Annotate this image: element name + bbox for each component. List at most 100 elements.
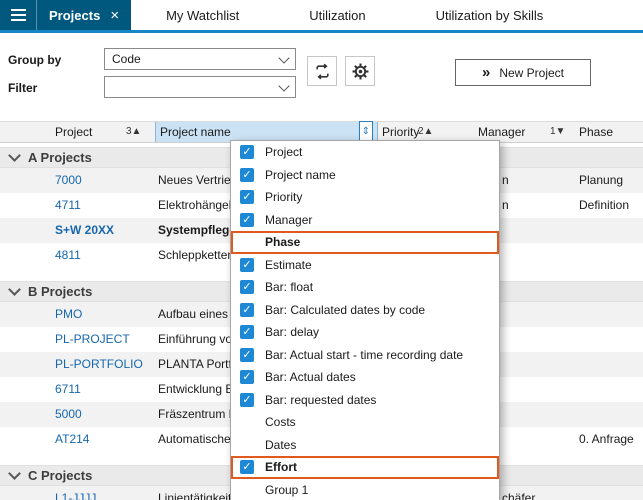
menu-item-manager[interactable]: ✓ Manager (231, 209, 499, 232)
sort-indicator-priority[interactable]: 2▲ (418, 122, 433, 142)
menu-item-priority[interactable]: ✓ Priority (231, 186, 499, 209)
refresh-button[interactable] (307, 56, 337, 86)
close-icon[interactable]: × (110, 8, 119, 23)
checkbox-checked-icon[interactable]: ✓ (240, 258, 254, 272)
column-header-phase[interactable]: Phase (579, 122, 613, 142)
filter-dropdown[interactable] (104, 76, 296, 98)
chevron-down-icon (278, 52, 289, 63)
checkbox-checked-icon[interactable]: ✓ (240, 145, 254, 159)
active-tab-label: Projects (49, 8, 100, 23)
project-name-cell: Linientätigkeit (158, 486, 231, 500)
project-id-link[interactable]: S+W 20XX (55, 218, 114, 243)
project-name-header-label: Project name (160, 122, 231, 142)
checkbox-unchecked[interactable] (240, 483, 254, 497)
manager-cell: n (502, 168, 509, 193)
tab-bar: Projects × My WatchlistUtilizationUtiliz… (0, 0, 643, 33)
menu-item-effort[interactable]: ✓Effort (231, 456, 499, 479)
project-id-link[interactable]: L1-JJJJ (55, 486, 96, 500)
project-id-link[interactable]: 5000 (55, 402, 82, 427)
project-name-cell: PLANTA Portfo (158, 352, 238, 377)
inactive-tabs: My WatchlistUtilizationUtilization by Sk… (131, 0, 578, 30)
menu-item-bar-calculated-dates-by-code[interactable]: ✓ Bar: Calculated dates by code (231, 299, 499, 322)
phase-cell: 0. Anfrage (579, 427, 634, 452)
sort-indicator-project[interactable]: 3▲ (126, 122, 141, 142)
project-name-cell: Automatisches (158, 427, 237, 452)
chevron-down-icon (278, 80, 289, 91)
manager-cell: chäfer (502, 486, 535, 500)
app-window: Projects × My WatchlistUtilizationUtiliz… (0, 0, 643, 500)
project-id-link[interactable]: 7000 (55, 168, 82, 193)
refresh-icon (314, 63, 331, 80)
checkbox-checked-icon[interactable]: ✓ (240, 348, 254, 362)
settings-button[interactable] (345, 56, 375, 86)
menu-item-phase[interactable]: Phase (231, 231, 499, 254)
project-name-cell: Fräszentrum F (158, 402, 236, 427)
group-by-value: Code (112, 52, 141, 66)
project-id-link[interactable]: PL-PORTFOLIO (55, 352, 143, 377)
collapse-chevron-icon[interactable] (8, 149, 21, 162)
menu-item-bar-actual-start-time-recording-date[interactable]: ✓Bar: Actual start - time recording date (231, 344, 499, 367)
checkbox-checked-icon[interactable]: ✓ (240, 303, 254, 317)
tab-projects-active[interactable]: Projects × (37, 0, 131, 30)
menu-item-label: Priority (265, 190, 302, 204)
checkbox-checked-icon[interactable]: ✓ (240, 168, 254, 182)
checkbox-checked-icon[interactable]: ✓ (240, 460, 254, 474)
menu-item-label: Bar: delay (265, 325, 319, 339)
project-id-link[interactable]: 4711 (55, 193, 81, 218)
column-selection-menu: ✓Project✓Project name✓Priority✓ManagerPh… (230, 140, 500, 500)
group-label: C Projects (28, 468, 92, 483)
column-header-priority[interactable]: Priority (382, 122, 419, 142)
menu-item-project[interactable]: ✓ Project (231, 141, 499, 164)
filter-label: Filter (8, 81, 37, 95)
menu-item-bar-delay[interactable]: ✓ Bar: delay (231, 321, 499, 344)
column-header-project-name[interactable]: Project name ⇕ (155, 122, 378, 142)
menu-item-bar-actual-dates[interactable]: ✓Bar: Actual dates (231, 366, 499, 389)
group-by-label: Group by (8, 53, 61, 67)
menu-item-bar-requested-dates[interactable]: ✓ Bar: requested dates (231, 389, 499, 412)
new-project-button[interactable]: » New Project (455, 59, 591, 86)
tab-my-watchlist[interactable]: My Watchlist (131, 0, 274, 30)
checkbox-checked-icon[interactable]: ✓ (240, 370, 254, 384)
collapse-chevron-icon[interactable] (8, 467, 21, 480)
group-by-dropdown[interactable]: Code (104, 48, 296, 70)
menu-item-label: Bar: Calculated dates by code (265, 303, 425, 317)
menu-item-bar-float[interactable]: ✓Bar: float (231, 276, 499, 299)
project-name-cell: Neues Vertrieb (158, 168, 237, 193)
project-id-link[interactable]: AT214 (55, 427, 89, 452)
group-label: A Projects (28, 150, 92, 165)
checkbox-checked-icon[interactable]: ✓ (240, 213, 254, 227)
tab-utilization-by-skills[interactable]: Utilization by Skills (401, 0, 579, 30)
menu-item-estimate[interactable]: ✓ Estimate (231, 254, 499, 277)
collapse-chevron-icon[interactable] (8, 283, 21, 296)
group-label: B Projects (28, 284, 92, 299)
checkbox-checked-icon[interactable]: ✓ (240, 190, 254, 204)
column-header-project[interactable]: Project (55, 122, 92, 142)
menu-item-project-name[interactable]: ✓Project name (231, 164, 499, 187)
checkbox-unchecked[interactable] (240, 438, 254, 452)
hamburger-menu-button[interactable] (0, 0, 37, 30)
project-id-link[interactable]: PMO (55, 302, 82, 327)
checkbox-checked-icon[interactable]: ✓ (240, 280, 254, 294)
project-id-link[interactable]: PL-PROJECT (55, 327, 130, 352)
checkbox-unchecked[interactable] (240, 415, 254, 429)
menu-item-costs[interactable]: Costs (231, 411, 499, 434)
checkbox-checked-icon[interactable]: ✓ (240, 325, 254, 339)
menu-item-group-1[interactable]: Group 1 (231, 479, 499, 500)
menu-item-label: Bar: requested dates (265, 393, 376, 407)
menu-item-label: Group 1 (265, 483, 308, 497)
double-chevron-icon: » (482, 65, 490, 80)
project-id-link[interactable]: 6711 (55, 377, 81, 402)
menu-item-label: Estimate (265, 258, 312, 272)
menu-item-dates[interactable]: Dates (231, 434, 499, 457)
column-header-manager[interactable]: Manager (478, 122, 525, 142)
project-name-cell: Aufbau eines P (158, 302, 239, 327)
project-id-link[interactable]: 4811 (55, 243, 81, 268)
tab-utilization[interactable]: Utilization (274, 0, 400, 30)
checkbox-checked-icon[interactable]: ✓ (240, 393, 254, 407)
menu-item-label: Costs (265, 415, 296, 429)
menu-item-label: Project (265, 145, 302, 159)
menu-item-label: Manager (265, 213, 312, 227)
new-project-label: New Project (499, 66, 564, 80)
checkbox-unchecked[interactable] (240, 235, 254, 249)
sort-indicator-manager[interactable]: 1▼ (550, 122, 565, 142)
